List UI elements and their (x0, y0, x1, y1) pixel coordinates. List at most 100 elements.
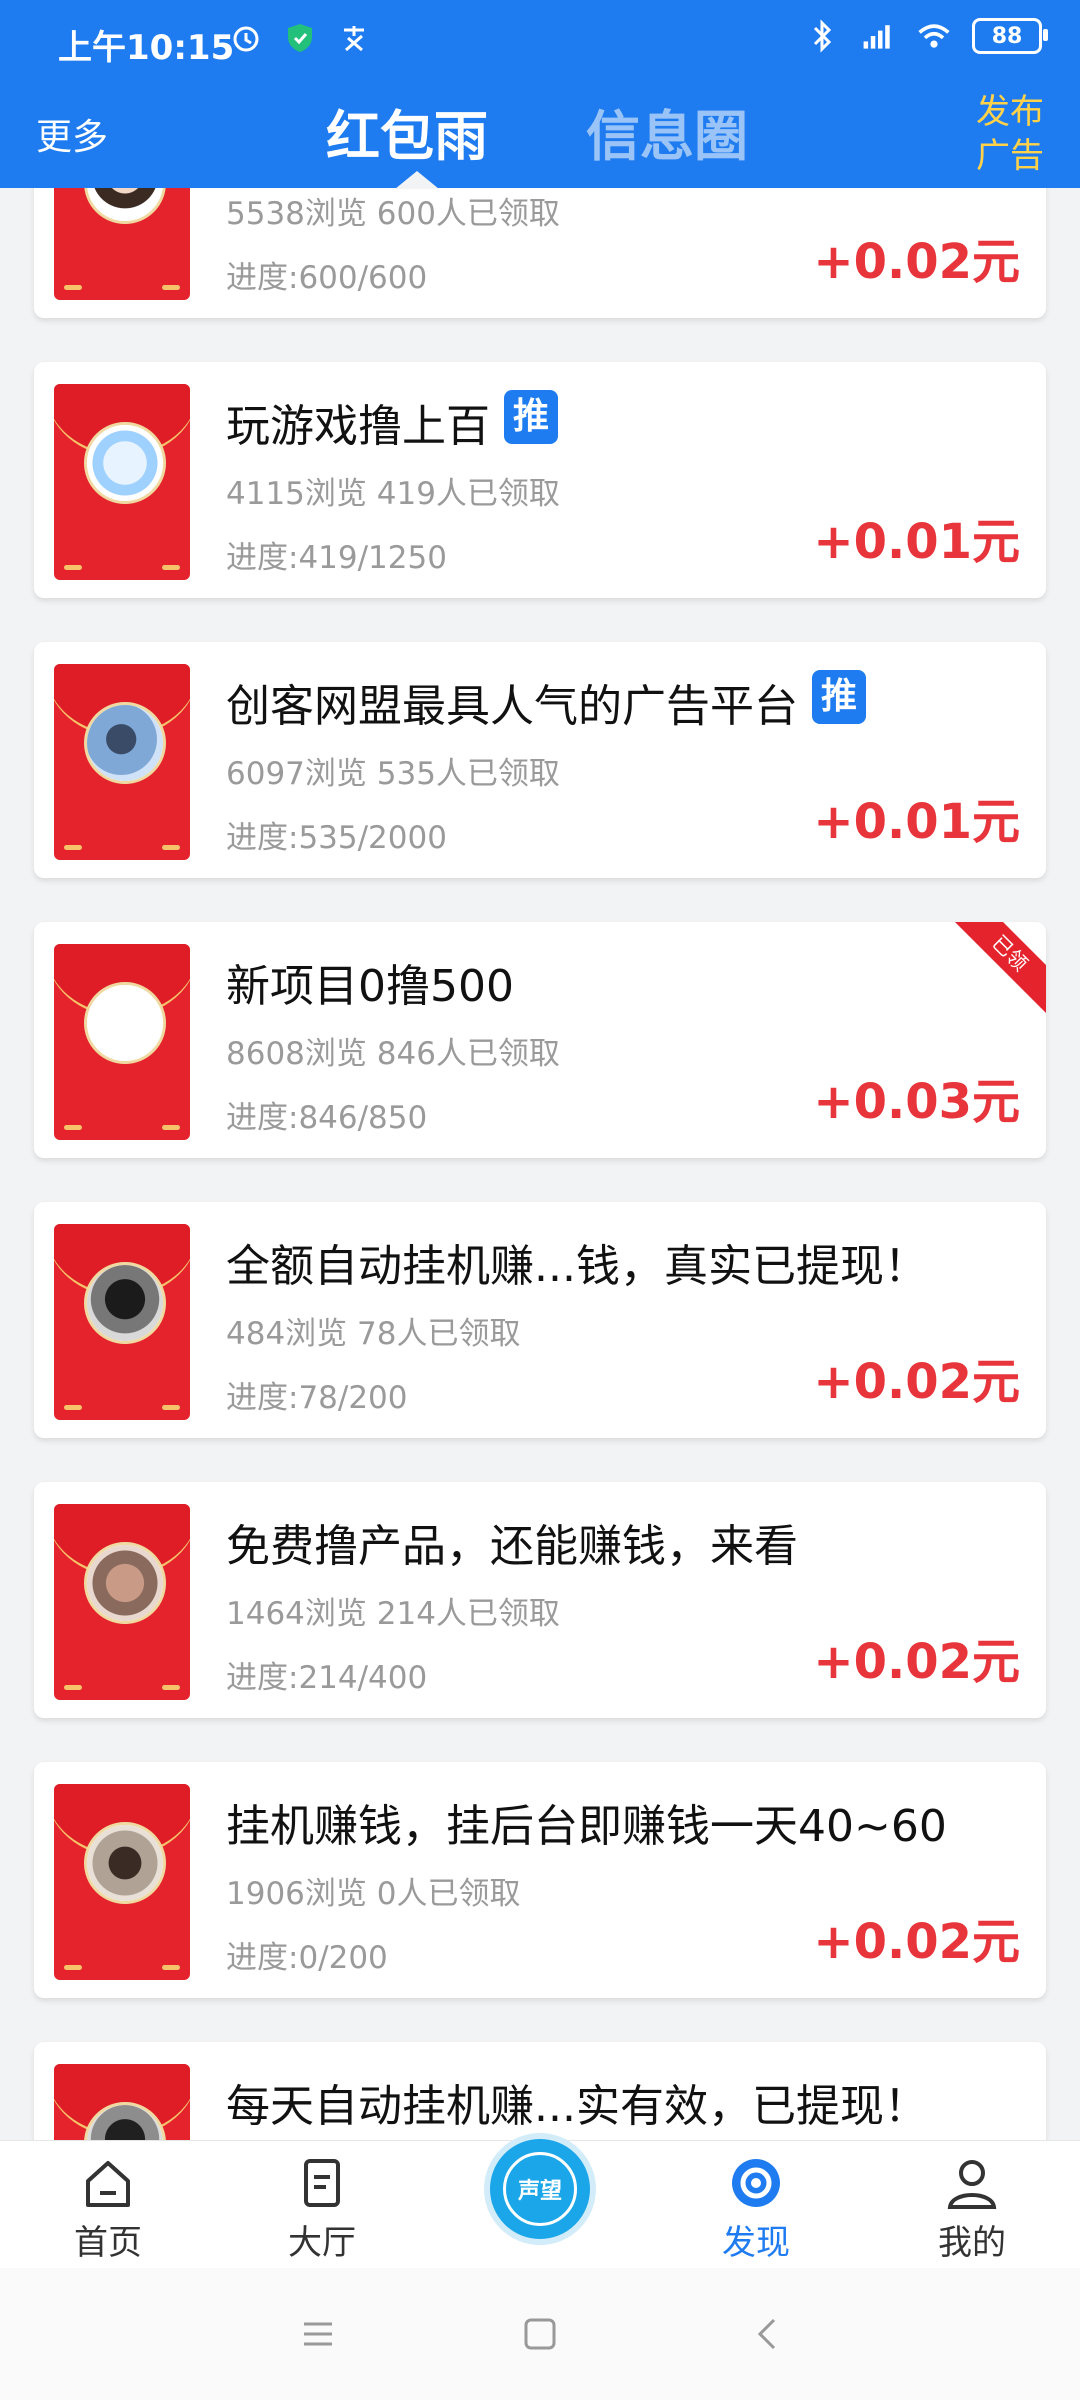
advertiser-avatar (84, 702, 166, 784)
active-tab-indicator (395, 171, 439, 189)
red-packet-card[interactable]: 新项目0撸500 8608浏览 846人已领取进度:846/850 +0.03元 已领 (34, 922, 1046, 1158)
card-progress: 进度:846/850 (226, 1100, 428, 1136)
red-envelope-thumbnail (54, 1224, 190, 1420)
red-packet-list: 5538浏览 600人已领取 进度:600/600 +0.02元 玩游戏撸上百推 411… (0, 0, 1080, 2140)
hall-icon (304, 2159, 340, 2207)
battery-level: 88 (991, 23, 1023, 49)
advertiser-avatar (84, 422, 166, 504)
card-title: 玩游戏撸上百推 (226, 390, 558, 454)
nav-hall-label: 大厅 (288, 2223, 356, 2263)
card-title: 全额自动挂机赚...钱，真实已提现！ (226, 1230, 928, 1294)
advertiser-avatar (84, 1822, 166, 1904)
claim-count: 0人已领取 (376, 1876, 521, 1912)
claim-count: 846人已领取 (376, 1036, 560, 1072)
signal-icon (860, 18, 896, 54)
view-count: 6097浏览 (226, 756, 367, 792)
home-square-icon[interactable] (518, 2312, 562, 2356)
red-packet-card[interactable]: 挂机赚钱，挂后台即赚钱一天40~60 1906浏览 0人已领取进度:0/200 +0… (34, 1762, 1046, 1998)
back-icon[interactable] (746, 2312, 790, 2356)
reward-amount: +0.02元 (813, 234, 1020, 290)
app-notification-icon (336, 20, 372, 56)
profile-icon (947, 2160, 997, 2209)
nav-hall[interactable]: 大厅 (252, 2153, 392, 2264)
red-envelope-thumbnail (54, 384, 190, 580)
card-title: 挂机赚钱，挂后台即赚钱一天40~60 (226, 1790, 947, 1854)
card-title: 创客网盟最具人气的广告平台推 (226, 670, 866, 734)
envelope-decoration (64, 1682, 180, 1692)
envelope-decoration (64, 562, 180, 572)
advertiser-avatar (84, 982, 166, 1064)
bluetooth-icon (804, 18, 840, 54)
advertiser-avatar (84, 1262, 166, 1344)
card-progress: 进度:78/200 (226, 1380, 408, 1416)
card-stats: 6097浏览 535人已领取 (226, 748, 560, 793)
card-stats: 484浏览 78人已领取 (226, 1308, 520, 1353)
system-navigation-bar (0, 2268, 1080, 2400)
status-bar: 上午10:15 88 (0, 0, 1080, 84)
red-envelope-thumbnail (54, 944, 190, 1140)
red-packet-card[interactable]: 创客网盟最具人气的广告平台推 6097浏览 535人已领取进度:535/2000 +… (34, 642, 1046, 878)
card-title-text: 新项目0撸500 (226, 961, 514, 1012)
card-title-text: 全额自动挂机赚...钱，真实已提现！ (226, 1241, 928, 1292)
card-stats: 4115浏览 419人已领取 (226, 468, 560, 513)
card-progress: 进度:0/200 (226, 1940, 388, 1976)
envelope-decoration (64, 1962, 180, 1972)
card-progress: 进度:535/2000 (226, 820, 447, 856)
claim-count: 600人已领取 (376, 196, 560, 232)
nav-discover-label: 发现 (722, 2223, 790, 2263)
reward-amount: +0.02元 (813, 1914, 1020, 1970)
view-count: 1464浏览 (226, 1596, 367, 1632)
card-title-text: 创客网盟最具人气的广告平台 (226, 681, 798, 732)
publish-ad-button[interactable]: 发布广告 (974, 90, 1046, 178)
red-envelope-thumbnail (54, 1504, 190, 1700)
reward-amount: +0.01元 (813, 794, 1020, 850)
nav-discover[interactable]: 发现 (686, 2153, 826, 2264)
red-packet-card[interactable]: 全额自动挂机赚...钱，真实已提现！ 484浏览 78人已领取 进度:78/200 +… (34, 1202, 1046, 1438)
red-packet-card[interactable]: 免费撸产品，还能赚钱，来看 1464浏览 214人已领取 进度:214/400 +0.… (34, 1482, 1046, 1718)
tab-info-circle[interactable]: 信息圈 (586, 92, 748, 171)
envelope-decoration (64, 842, 180, 852)
battery-icon: 88 (972, 18, 1048, 54)
reward-amount: +0.01元 (813, 514, 1020, 570)
nav-home[interactable]: 首页 (38, 2153, 178, 2264)
discover-icon (732, 2159, 780, 2207)
envelope-decoration (64, 1122, 180, 1132)
card-title: 免费撸产品，还能赚钱，来看 (226, 1510, 798, 1574)
view-count: 4115浏览 (226, 476, 367, 512)
card-title-text: 挂机赚钱，挂后台即赚钱一天40~60 (226, 1801, 947, 1852)
card-title: 新项目0撸500 (226, 950, 514, 1014)
bottom-nav: 首页 大厅 声望 发现 我的 (0, 2133, 1080, 2269)
red-packet-card[interactable]: 玩游戏撸上百推 4115浏览 419人已领取 进度:419/1250 +0.01元 (34, 362, 1046, 598)
claimed-ribbon: 已领 (948, 922, 1046, 1015)
claim-count: 535人已领取 (376, 756, 560, 792)
red-envelope-thumbnail (54, 2064, 190, 2140)
more-button[interactable]: 更多 (36, 108, 108, 160)
reputation-button[interactable]: 声望 (484, 2133, 596, 2245)
nav-home-label: 首页 (74, 2223, 142, 2263)
card-title-text: 免费撸产品，还能赚钱，来看 (226, 1521, 798, 1572)
alarm-icon (228, 20, 264, 56)
reputation-label: 声望 (517, 2179, 562, 2204)
status-time: 上午10:15 (58, 28, 235, 68)
red-envelope-thumbnail (54, 1784, 190, 1980)
card-stats: 8608浏览 846人已领取 (226, 1028, 560, 1073)
view-count: 1906浏览 (226, 1876, 367, 1912)
view-count: 8608浏览 (226, 1036, 367, 1072)
app-header: 上午10:15 88 更多 红包雨 信息圈 发布广告 (0, 0, 1080, 189)
wifi-icon (916, 18, 952, 54)
nav-profile-label: 我的 (938, 2223, 1006, 2263)
reward-amount: +0.03元 (813, 1074, 1020, 1130)
red-envelope-thumbnail (54, 664, 190, 860)
view-count: 5538浏览 (226, 196, 367, 232)
red-packet-card[interactable]: 每天自动挂机赚...实有效，已提现！ (34, 2042, 1046, 2140)
home-icon (86, 2161, 130, 2207)
advertiser-avatar (84, 1542, 166, 1624)
card-stats: 1464浏览 214人已领取 (226, 1588, 560, 1633)
tab-red-packet-rain[interactable]: 红包雨 (326, 92, 488, 171)
card-title: 每天自动挂机赚...实有效，已提现！ (226, 2070, 928, 2134)
menu-icon[interactable] (296, 2312, 340, 2356)
nav-profile[interactable]: 我的 (902, 2153, 1042, 2264)
card-stats: 1906浏览 0人已领取 (226, 1868, 521, 1913)
recommended-badge: 推 (504, 390, 558, 444)
claim-count: 78人已领取 (357, 1316, 521, 1352)
